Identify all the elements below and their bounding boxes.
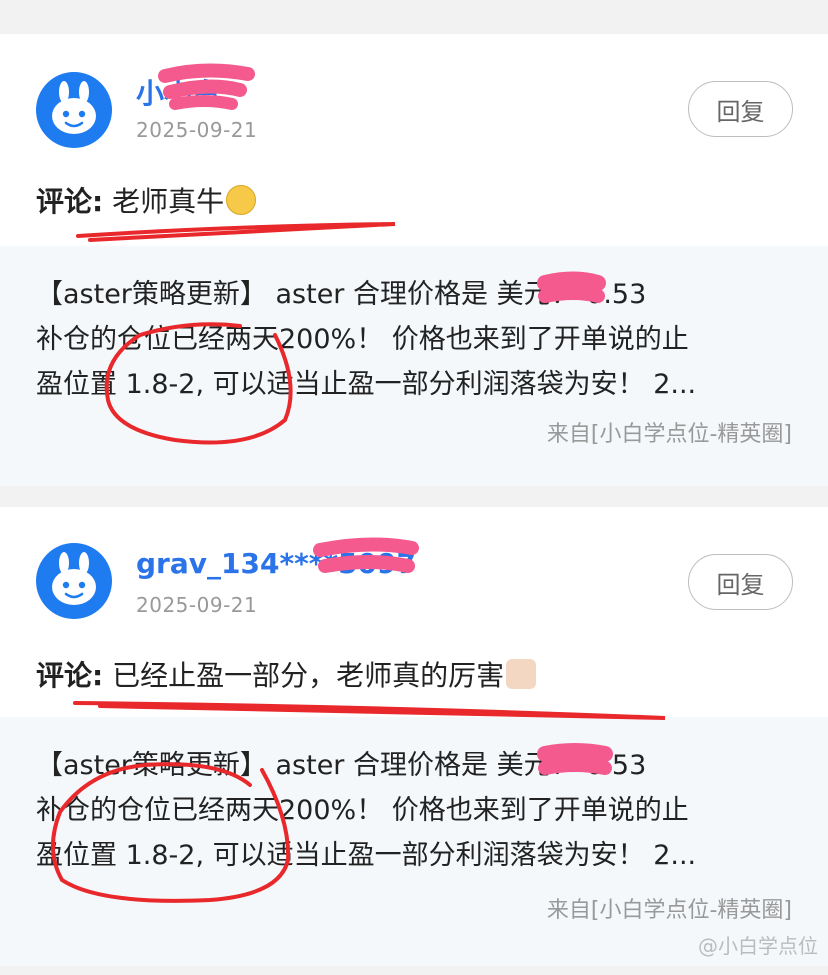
reply-button[interactable]: 回复 — [688, 81, 793, 137]
thumbs-up-icon — [506, 659, 537, 689]
comment-label: 评论: — [36, 659, 104, 692]
quoted-post-text: 【aster策略更新】 aster 合理价格是 美元！ 0.53 补仓的仓位已经… — [36, 272, 796, 407]
comment-label: 评论: — [36, 185, 104, 218]
quote-line: 补仓的仓位已经两天200%！ 价格也来到了开单说的止 — [36, 324, 689, 355]
quoted-post[interactable]: 【aster策略更新】 aster 合理价格是 美元！ 0.53 补仓的仓位已经… — [0, 246, 828, 486]
comment-card: grav_134****5097 2025-09-21 回复 评论: 已经止盈一… — [0, 507, 828, 966]
comment-body: 老师真牛 — [112, 185, 225, 218]
avatar[interactable] — [36, 543, 112, 619]
quoted-post-text: 【aster策略更新】 aster 合理价格是 美元！ 0.53 补仓的仓位已经… — [36, 743, 796, 878]
post-source[interactable]: 来自[小白学点位-精英圈] — [547, 416, 792, 448]
post-source[interactable]: 来自[小白学点位-精英圈] — [547, 892, 792, 924]
quote-line: 盈位置 1.8-2, 可以适当止盈一部分利润落袋为安！ 2... — [36, 840, 697, 871]
quote-line: 盈位置 1.8-2, 可以适当止盈一部分利润落袋为安！ 2... — [36, 369, 697, 400]
comment-feed: 小小白 2025-09-21 回复 评论: 老师真牛 【aster策略更新】 a… — [0, 0, 828, 975]
top-divider — [0, 0, 828, 34]
rabbit-mascot-icon — [52, 552, 96, 605]
quoted-post[interactable]: 【aster策略更新】 aster 合理价格是 美元！ 0.53 补仓的仓位已经… — [0, 717, 828, 966]
comment-body: 已经止盈一部分，老师真的厉害 — [112, 659, 505, 692]
comment-card: 小小白 2025-09-21 回复 评论: 老师真牛 【aster策略更新】 a… — [0, 34, 828, 486]
quote-line: 【aster策略更新】 aster 合理价格是 美元！ 0.53 — [36, 279, 647, 310]
username[interactable]: 小小白 — [136, 72, 220, 112]
rabbit-mascot-icon — [52, 81, 96, 134]
comment-date: 2025-09-21 — [136, 118, 258, 142]
grinning-face-icon — [226, 185, 257, 215]
quote-line: 【aster策略更新】 aster 合理价格是 美元！ 0.53 — [36, 750, 647, 781]
comment-text: 评论: 老师真牛 — [36, 180, 257, 220]
reply-button[interactable]: 回复 — [688, 554, 793, 610]
avatar[interactable] — [36, 72, 112, 148]
watermark: @小白学点位 — [698, 934, 818, 958]
comment-date: 2025-09-21 — [136, 593, 258, 617]
username[interactable]: grav_134****5097 — [136, 547, 416, 580]
quote-line: 补仓的仓位已经两天200%！ 价格也来到了开单说的止 — [36, 795, 689, 826]
comment-text: 评论: 已经止盈一部分，老师真的厉害 — [36, 654, 537, 694]
